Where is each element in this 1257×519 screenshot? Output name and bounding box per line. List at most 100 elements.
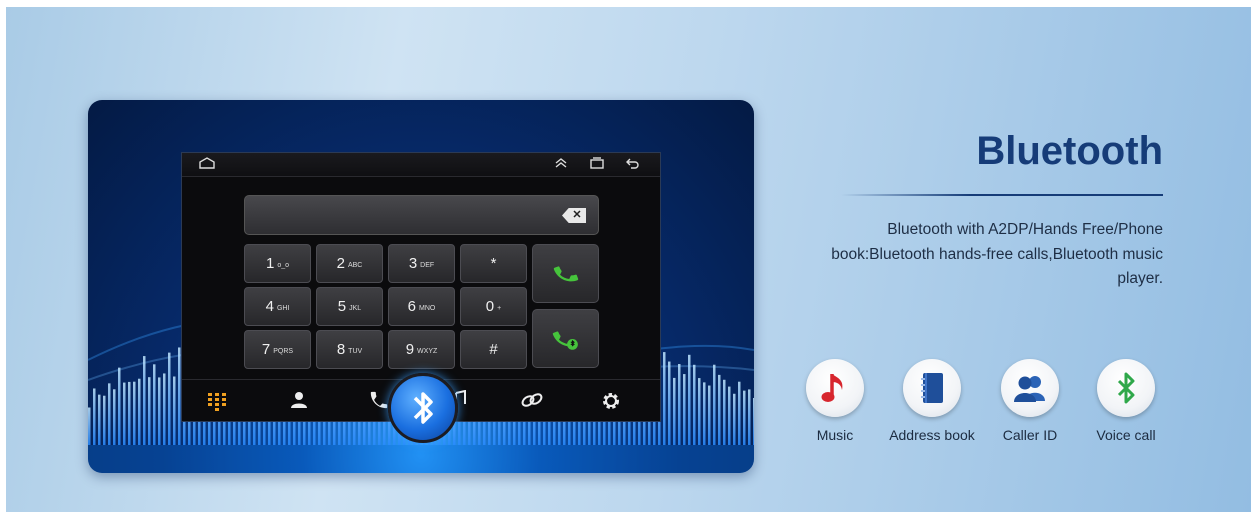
wave-bar: [93, 388, 96, 445]
feature-music: Music: [785, 359, 885, 443]
dial-key-letters: JKL: [349, 304, 362, 312]
dial-key-letters: DEF: [420, 261, 435, 269]
wave-bar: [108, 383, 111, 445]
dial-key-digit: 7: [261, 341, 271, 358]
dial-key-digit: *: [490, 255, 497, 272]
title-divider: [841, 194, 1163, 196]
feature-voice-call: Voice call: [1076, 359, 1176, 443]
wave-bar: [718, 374, 721, 445]
call-log-icon[interactable]: [368, 390, 390, 415]
device-mockup: ✕ 1 ᴏ_ᴏ 2 ABC 3 DEF * 4 GHI 5 JKL 6 MNO 0 +7 PQRS 8 TUV 9 W…: [88, 100, 754, 473]
dial-key-digit: 4: [265, 298, 274, 315]
dial-key-letters: TUV: [348, 347, 363, 355]
dial-key-digit: 5: [337, 298, 347, 315]
backspace-icon[interactable]: ✕: [562, 208, 586, 223]
settings-icon[interactable]: [600, 390, 622, 417]
phone-call-icon: [553, 265, 578, 281]
feature-label: Voice call: [1096, 427, 1156, 443]
status-bar: [182, 153, 660, 177]
call-bt-button[interactable]: [532, 309, 599, 368]
dial-key-letters: MNO: [419, 304, 436, 312]
dial-key[interactable]: 0 +: [460, 287, 527, 326]
dial-key-digit: 0: [485, 298, 495, 315]
wave-bar: [138, 378, 141, 445]
wave-bar: [698, 378, 701, 445]
feature-caller-id: Caller ID: [980, 359, 1080, 443]
wave-bar: [678, 363, 681, 445]
dial-key[interactable]: 7 PQRS: [244, 330, 311, 369]
wave-bar: [163, 373, 166, 445]
dial-key[interactable]: 6 MNO: [388, 287, 455, 326]
home-icon[interactable]: [198, 156, 216, 173]
wave-bar: [168, 352, 171, 445]
dial-key-digit: 1: [265, 255, 275, 272]
number-display-field[interactable]: ✕: [244, 195, 599, 235]
page-title: Bluetooth: [976, 129, 1163, 173]
dial-key[interactable]: *: [460, 244, 527, 283]
feature-label: Caller ID: [1002, 427, 1058, 443]
wave-bar: [688, 354, 691, 445]
dial-key[interactable]: 4 GHI: [244, 287, 311, 326]
wave-bar: [673, 377, 676, 445]
wave-bar: [663, 352, 666, 445]
bluetooth-icon: [413, 392, 433, 424]
bluetooth-badge: [388, 373, 458, 443]
link-icon[interactable]: [520, 390, 544, 415]
wave-bar: [693, 364, 696, 445]
wave-bar: [88, 407, 91, 445]
wave-bar: [148, 377, 151, 445]
dial-key[interactable]: 9 WXYZ: [388, 330, 455, 369]
dial-key[interactable]: 8 TUV: [316, 330, 383, 369]
dial-key-letters: PQRS: [273, 347, 294, 355]
wave-bar: [158, 377, 161, 445]
wave-bar: [683, 374, 686, 445]
wave-bar: [118, 367, 121, 445]
wave-bar: [733, 393, 736, 445]
call-button[interactable]: [532, 244, 599, 303]
wave-bar: [738, 381, 741, 445]
dial-key-digit: 2: [336, 255, 345, 272]
feature-label: Address book: [889, 427, 975, 443]
recent-apps-icon[interactable]: [589, 156, 605, 173]
dial-key[interactable]: #: [460, 330, 527, 369]
wave-bar: [128, 381, 131, 445]
wave-bar: [133, 381, 136, 445]
dial-key-digit: 9: [405, 341, 415, 358]
wave-bar: [143, 356, 146, 445]
dial-key-letters: ᴏ_ᴏ: [277, 261, 290, 269]
dial-key-letters: GHI: [276, 304, 290, 312]
wave-bar: [153, 364, 156, 445]
wave-bar: [728, 386, 731, 445]
feature-address-book: Address book: [882, 359, 982, 443]
address-book-icon: [903, 359, 961, 417]
banner: ✕ 1 ᴏ_ᴏ 2 ABC 3 DEF * 4 GHI 5 JKL 6 MNO 0 +7 PQRS 8 TUV 9 W…: [6, 7, 1251, 512]
feature-label: Music: [816, 427, 854, 443]
dial-key-letters: WXYZ: [417, 347, 438, 355]
dial-key-letters: ABC: [347, 261, 363, 269]
chevron-up-icon[interactable]: [554, 156, 568, 173]
dial-key-digit: 6: [407, 298, 416, 315]
dial-key[interactable]: 3 DEF: [388, 244, 455, 283]
dial-key[interactable]: 5 JKL: [316, 287, 383, 326]
wave-bar: [123, 382, 126, 445]
wave-bar: [173, 376, 176, 445]
wave-bar: [103, 395, 106, 445]
wave-bar: [713, 364, 716, 445]
dial-key[interactable]: 1 ᴏ_ᴏ: [244, 244, 311, 283]
back-icon[interactable]: [624, 156, 640, 173]
wave-bar: [98, 394, 101, 445]
music-note-icon: [806, 359, 864, 417]
wave-bar: [113, 389, 116, 445]
bluetooth-icon: [1097, 359, 1155, 417]
wave-bar: [723, 379, 726, 445]
wave-bar: [753, 397, 754, 445]
contacts-icon[interactable]: [289, 390, 309, 415]
wave-bar: [708, 385, 711, 445]
wave-bar: [748, 389, 751, 445]
dial-key-digit: #: [489, 341, 498, 358]
dial-key-letters: +: [497, 304, 502, 312]
dial-key[interactable]: 2 ABC: [316, 244, 383, 283]
dialpad-icon[interactable]: [206, 390, 228, 417]
feature-description: Bluetooth with A2DP/Hands Free/Phone boo…: [831, 221, 1163, 287]
phone-bluetooth-icon: [552, 330, 578, 350]
